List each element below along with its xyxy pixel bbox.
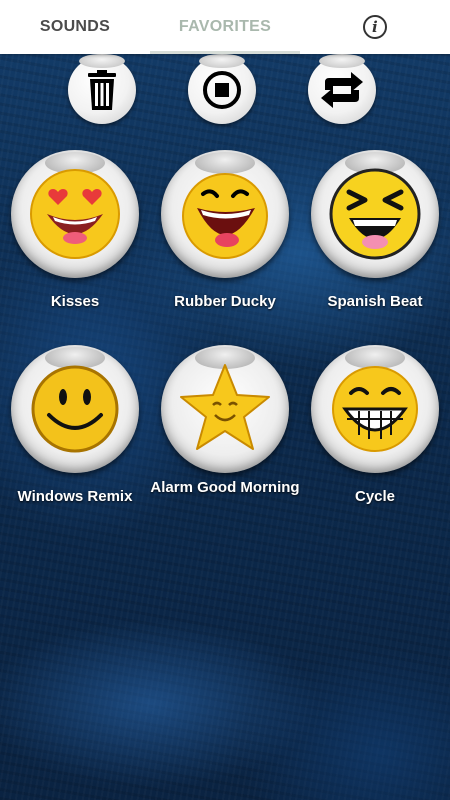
sound-button[interactable] xyxy=(161,345,289,473)
sound-button[interactable] xyxy=(311,345,439,473)
info-icon[interactable]: i xyxy=(363,15,387,39)
sound-button[interactable] xyxy=(161,150,289,278)
repeat-icon xyxy=(321,72,363,108)
sound-tile-cycle[interactable]: Cycle xyxy=(300,345,450,535)
sound-tile-kisses[interactable]: Kisses xyxy=(0,150,150,340)
sound-label: Windows Remix xyxy=(17,488,133,505)
sound-label: Spanish Beat xyxy=(327,293,423,310)
sound-button[interactable] xyxy=(11,345,139,473)
smiley-face-icon xyxy=(31,365,119,453)
tab-sounds[interactable]: SOUNDS xyxy=(0,0,150,54)
sound-tile-rubber-ducky[interactable]: Rubber Ducky xyxy=(150,150,300,340)
smiling-star-icon xyxy=(180,364,270,450)
tab-favorites[interactable]: FAVORITES xyxy=(150,0,300,54)
stop-button[interactable] xyxy=(188,56,256,124)
trash-icon xyxy=(88,70,116,110)
repeat-button[interactable] xyxy=(308,56,376,124)
sound-button[interactable] xyxy=(311,150,439,278)
sound-label: Cycle xyxy=(354,488,396,505)
sound-label: Rubber Ducky xyxy=(174,293,276,310)
sound-tile-alarm-good-morning[interactable]: Alarm Good Morning xyxy=(150,345,300,535)
heart-eyes-emoji-icon xyxy=(30,169,120,259)
sound-tile-windows-remix[interactable]: Windows Remix xyxy=(0,345,150,535)
tab-info[interactable]: i xyxy=(300,0,450,54)
sound-button[interactable] xyxy=(11,150,139,278)
sound-label: Alarm Good Morning xyxy=(150,479,300,496)
tab-bar: SOUNDS FAVORITES i xyxy=(0,0,450,54)
grinning-teeth-emoji-icon xyxy=(332,366,418,452)
laughing-emoji-icon xyxy=(182,173,268,259)
delete-button[interactable] xyxy=(68,56,136,124)
sound-tile-spanish-beat[interactable]: Spanish Beat xyxy=(300,150,450,340)
stop-icon xyxy=(203,71,241,109)
squinting-laugh-emoji-icon xyxy=(329,168,421,260)
sound-label: Kisses xyxy=(50,293,100,310)
